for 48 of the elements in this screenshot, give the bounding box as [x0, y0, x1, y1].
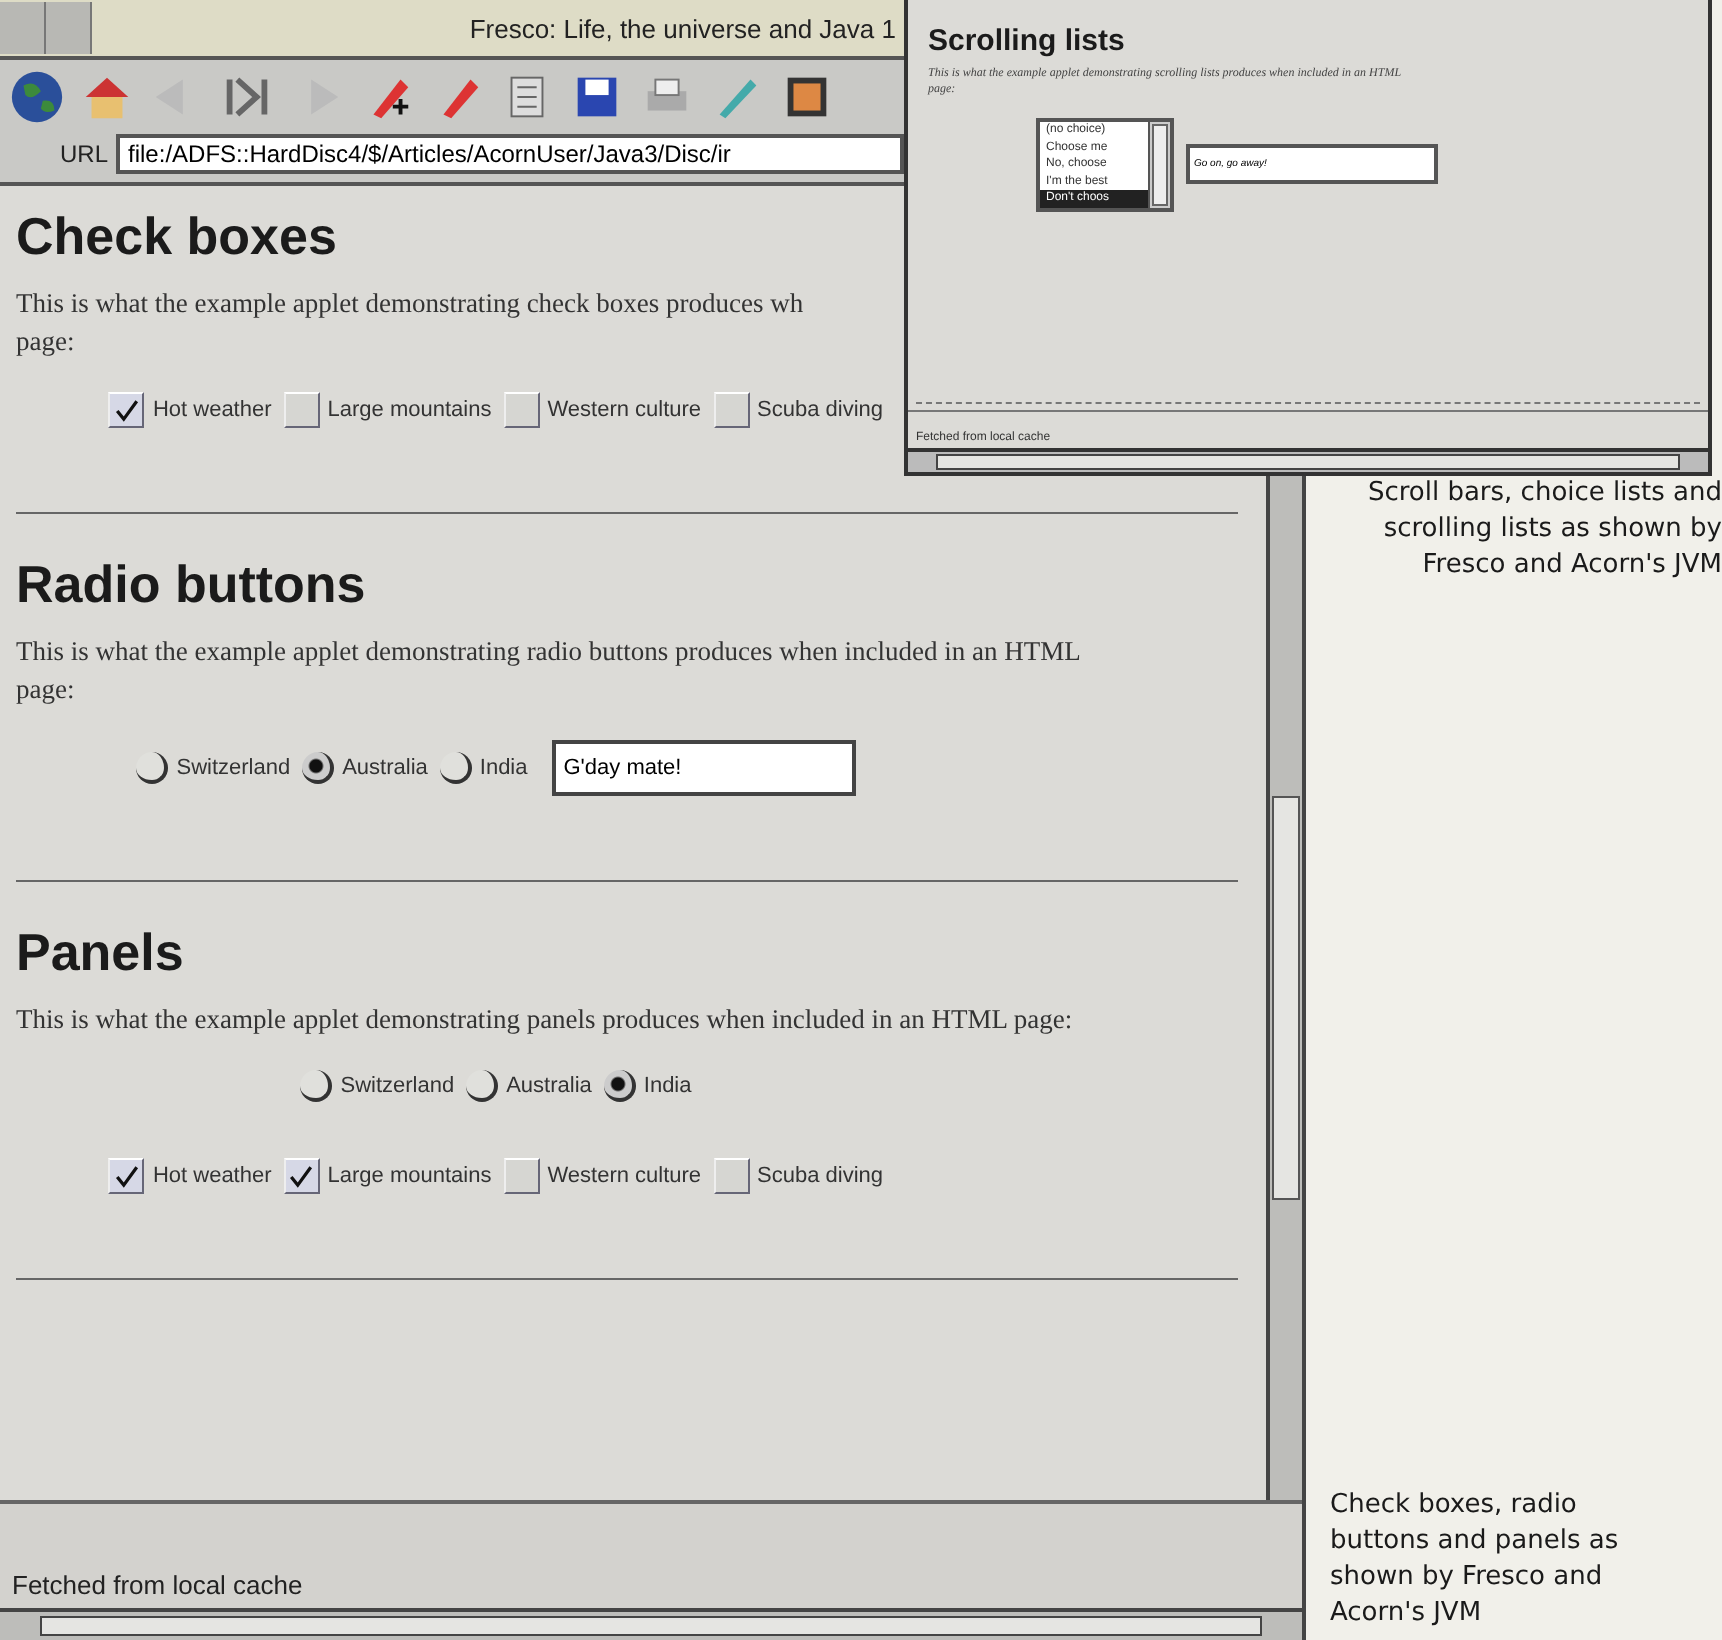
radio-label: India [643, 1074, 692, 1098]
url-field[interactable]: file:/ADFS::HardDisc4/$/Articles/AcornUser/Java3/Disc/ir [116, 134, 904, 174]
checkbox-label: Hot weather [152, 1164, 272, 1188]
paragraph-text: page: [16, 672, 77, 708]
checkbox[interactable] [713, 1158, 750, 1194]
section-heading: Check boxes [16, 206, 339, 268]
checkbox-label: Hot weather [152, 398, 272, 422]
paragraph-text: This is what the example applet demonstrating check boxes produces wh [16, 286, 806, 322]
radio-button[interactable] [466, 1070, 499, 1102]
radio-label: India [479, 756, 528, 780]
horizontal-scrollbar[interactable] [0, 1608, 1302, 1640]
checkbox[interactable] [283, 1158, 320, 1194]
paragraph-text: This is what the example applet demonstrating panels produces when included in an HTML page: [16, 1002, 1075, 1038]
url-label: URL [60, 140, 109, 168]
window-title: Fresco: Life, the universe and Java 1 [467, 13, 898, 43]
checkbox-label: Western culture [547, 398, 702, 422]
checkbox[interactable] [108, 1158, 145, 1194]
radio-button[interactable] [603, 1070, 636, 1102]
vertical-scrollbar[interactable] [1266, 476, 1302, 1500]
radio-label: Australia [506, 1074, 592, 1098]
radio-label: Australia [342, 756, 428, 780]
checkbox-label: Scuba diving [757, 398, 884, 422]
radio-button[interactable] [300, 1070, 333, 1102]
radio-button[interactable] [439, 752, 472, 784]
paragraph-text: page: [16, 324, 77, 360]
status-text: Fetched from local cache [12, 1570, 303, 1600]
caption-text: Scroll bars, choice lists and scrolling lists as shown by Fresco and Acorn's JVM [1365, 476, 1722, 584]
section-heading: Scrolling lists [928, 24, 1127, 58]
checkbox-label: Western culture [547, 1164, 702, 1188]
radio-label: Switzerland [340, 1074, 455, 1098]
radio-button[interactable] [136, 752, 169, 784]
checkbox-label: Large mountains [327, 1164, 492, 1188]
checkbox[interactable] [503, 392, 540, 428]
checkbox-label: Large mountains [327, 398, 492, 422]
paragraph-text: This is what the example applet demonstrating radio buttons produces when included in an HTML [16, 634, 1083, 670]
checkbox[interactable] [713, 392, 750, 428]
text-field[interactable]: G'day mate! [551, 740, 856, 796]
section-heading: Panels [16, 922, 186, 984]
checkbox[interactable] [503, 1158, 540, 1194]
radio-button[interactable] [302, 752, 335, 784]
checkbox-label: Scuba diving [757, 1164, 884, 1188]
globe-icon[interactable] [8, 68, 66, 126]
checkbox[interactable] [283, 392, 320, 428]
radio-label: Switzerland [176, 756, 291, 780]
horizontal-scrollbar[interactable] [908, 448, 1708, 472]
checkbox[interactable] [108, 392, 145, 428]
caption-text: Check boxes, radio buttons and panels as shown by Fresco and Acorn's JVM [1330, 1488, 1621, 1632]
section-heading: Radio buttons [16, 554, 368, 616]
